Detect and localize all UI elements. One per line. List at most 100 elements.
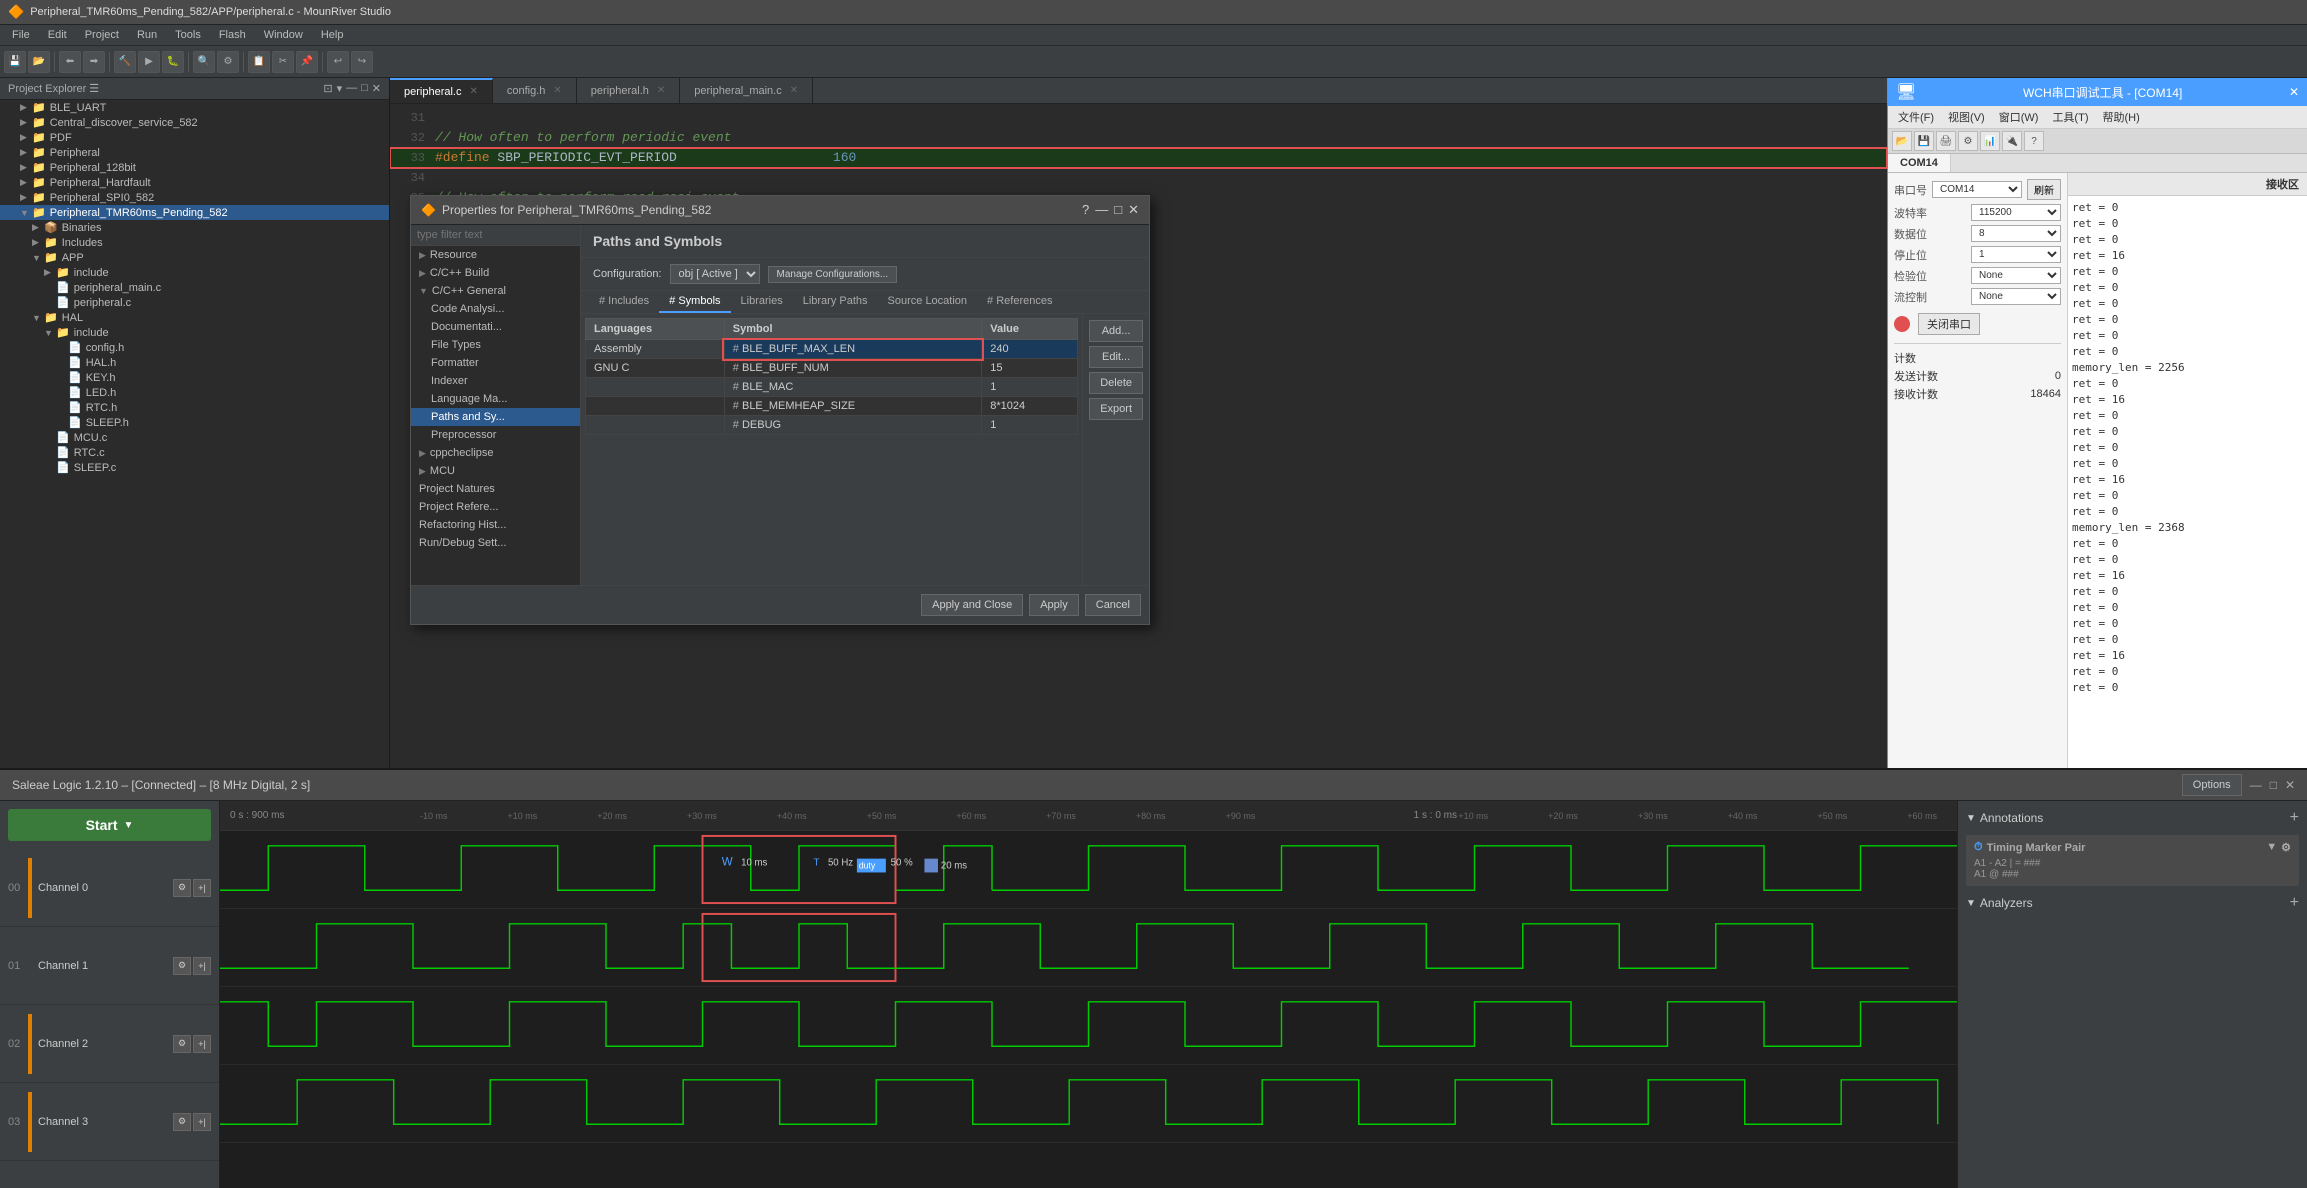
- toolbar-btn-13[interactable]: ↩: [327, 51, 349, 73]
- sidebar-btn-2[interactable]: ▾: [337, 82, 343, 95]
- sidebar-item-pdf[interactable]: ▶ 📁 PDF: [0, 130, 389, 145]
- sidebar-item-peripheral-tmr[interactable]: ▼ 📁 Peripheral_TMR60ms_Pending_582: [0, 205, 389, 220]
- sidebar-item-binaries[interactable]: ▶ 📦 Binaries: [0, 220, 389, 235]
- manage-configurations-button[interactable]: Manage Configurations...: [768, 266, 898, 283]
- sidebar-item-led-h[interactable]: 📄 LED.h: [0, 385, 389, 400]
- props-menu-project-natures[interactable]: Project Natures: [411, 480, 580, 498]
- sidebar-item-peripheral-128[interactable]: ▶ 📁 Peripheral_128bit: [0, 160, 389, 175]
- timing-config-icon[interactable]: ⚙: [2281, 841, 2291, 854]
- menu-help[interactable]: Help: [313, 27, 352, 43]
- sidebar-item-sleep-c[interactable]: 📄 SLEEP.c: [0, 460, 389, 475]
- table-row[interactable]: # DEBUG 1: [586, 416, 1078, 435]
- toolbar-btn-2[interactable]: 📂: [28, 51, 50, 73]
- com-tab[interactable]: COM14: [1888, 154, 1951, 172]
- props-menu-indexer[interactable]: Indexer: [411, 372, 580, 390]
- toolbar-btn-5[interactable]: 🔨: [114, 51, 136, 73]
- toolbar-btn-3[interactable]: ⬅: [59, 51, 81, 73]
- channel-settings-icon[interactable]: ⚙: [173, 879, 191, 897]
- props-tab-library-paths[interactable]: Library Paths: [793, 291, 878, 313]
- props-tab-includes[interactable]: # Includes: [589, 291, 659, 313]
- sidebar-item-hal[interactable]: ▼ 📁 HAL: [0, 310, 389, 325]
- menu-flash[interactable]: Flash: [211, 27, 254, 43]
- table-row[interactable]: Assembly # BLE_BUFF_MAX_LEN 240: [586, 340, 1078, 359]
- channel-settings-icon[interactable]: ⚙: [173, 1035, 191, 1053]
- refresh-button[interactable]: 刷新: [2027, 179, 2061, 200]
- props-menu-file-types[interactable]: File Types: [411, 336, 580, 354]
- wch-menu-window[interactable]: 窗口(W): [1993, 108, 2045, 126]
- com-port-select[interactable]: COM14: [1932, 181, 2022, 198]
- props-menu-documentation[interactable]: Documentati...: [411, 318, 580, 336]
- toolbar-btn-9[interactable]: ⚙: [217, 51, 239, 73]
- filter-input[interactable]: [411, 225, 580, 246]
- saleae-close-icon[interactable]: ✕: [2285, 778, 2295, 792]
- cancel-button[interactable]: Cancel: [1085, 594, 1141, 616]
- menu-file[interactable]: File: [4, 27, 38, 43]
- props-tab-libraries[interactable]: Libraries: [731, 291, 793, 313]
- table-row[interactable]: GNU C # BLE_BUFF_NUM 15: [586, 359, 1078, 378]
- toolbar-btn-7[interactable]: 🐛: [162, 51, 184, 73]
- editor-tab-peripheral-h[interactable]: peripheral.h ✕: [577, 78, 680, 103]
- sidebar-item-rtc-c[interactable]: 📄 RTC.c: [0, 445, 389, 460]
- menu-tools[interactable]: Tools: [167, 27, 209, 43]
- props-menu-resource[interactable]: ▶ Resource: [411, 246, 580, 264]
- sidebar-item-hal-include[interactable]: ▼ 📁 include: [0, 325, 389, 340]
- annotations-collapse-icon[interactable]: ▼: [1966, 813, 1976, 824]
- wch-menu-view[interactable]: 视图(V): [1942, 108, 1991, 126]
- wch-tb-btn-4[interactable]: ⚙: [1958, 131, 1978, 151]
- annotations-add-icon[interactable]: +: [2290, 809, 2299, 827]
- props-menu-project-ref[interactable]: Project Refere...: [411, 498, 580, 516]
- menu-run[interactable]: Run: [129, 27, 165, 43]
- add-button[interactable]: Add...: [1089, 320, 1143, 342]
- props-menu-code-analysis[interactable]: Code Analysi...: [411, 300, 580, 318]
- parity-select[interactable]: None: [1971, 267, 2061, 284]
- table-row[interactable]: # BLE_MAC 1: [586, 378, 1078, 397]
- wch-menu-help[interactable]: 帮助(H): [2096, 108, 2145, 126]
- toolbar-btn-12[interactable]: 📌: [296, 51, 318, 73]
- wch-menu-file[interactable]: 文件(F): [1892, 108, 1940, 126]
- props-menu-formatter[interactable]: Formatter: [411, 354, 580, 372]
- toolbar-btn-14[interactable]: ↪: [351, 51, 373, 73]
- channel-add-icon[interactable]: +|: [193, 957, 211, 975]
- wch-tb-btn-1[interactable]: 📂: [1892, 131, 1912, 151]
- menu-edit[interactable]: Edit: [40, 27, 75, 43]
- channel-add-icon[interactable]: +|: [193, 1035, 211, 1053]
- sidebar-item-sleep-h[interactable]: 📄 SLEEP.h: [0, 415, 389, 430]
- toolbar-btn-11[interactable]: ✂: [272, 51, 294, 73]
- toolbar-btn-10[interactable]: 📋: [248, 51, 270, 73]
- dialog-maximize-icon[interactable]: □: [1114, 202, 1122, 218]
- close-tab-icon[interactable]: ✕: [469, 86, 477, 97]
- table-row[interactable]: # BLE_MEMHEAP_SIZE 8*1024: [586, 397, 1078, 416]
- wch-tb-btn-help[interactable]: ?: [2024, 131, 2044, 151]
- sidebar-item-config-h[interactable]: 📄 config.h: [0, 340, 389, 355]
- editor-tab-peripheral-main[interactable]: peripheral_main.c ✕: [680, 78, 813, 103]
- toolbar-btn-8[interactable]: 🔍: [193, 51, 215, 73]
- props-tab-source-location[interactable]: Source Location: [878, 291, 978, 313]
- sidebar-btn-5[interactable]: ✕: [372, 82, 381, 95]
- props-menu-cppgeneral[interactable]: ▼ C/C++ General: [411, 282, 580, 300]
- flow-select[interactable]: None: [1971, 288, 2061, 305]
- dialog-minimize-icon[interactable]: —: [1095, 202, 1108, 218]
- toolbar-btn-6[interactable]: ▶: [138, 51, 160, 73]
- dialog-close-icon[interactable]: ✕: [1128, 202, 1139, 218]
- close-tab-icon[interactable]: ✕: [657, 85, 665, 96]
- analyzers-collapse-icon[interactable]: ▼: [1966, 898, 1976, 909]
- start-button[interactable]: Start ▼: [8, 809, 211, 841]
- props-menu-cppcheclipse[interactable]: ▶ cppcheclipse: [411, 444, 580, 462]
- props-menu-cppbuild[interactable]: ▶ C/C++ Build: [411, 264, 580, 282]
- props-menu-paths-symbols[interactable]: Paths and Sy...: [411, 408, 580, 426]
- sidebar-item-includes[interactable]: ▶ 📁 Includes: [0, 235, 389, 250]
- sidebar-item-peripheral-main[interactable]: 📄 peripheral_main.c: [0, 280, 389, 295]
- editor-tab-peripheral-c[interactable]: peripheral.c ✕: [390, 78, 493, 103]
- sidebar-item-key-h[interactable]: 📄 KEY.h: [0, 370, 389, 385]
- wch-menu-tools[interactable]: 工具(T): [2046, 108, 2094, 126]
- wch-tb-btn-2[interactable]: 💾: [1914, 131, 1934, 151]
- sidebar-item-ble-uart[interactable]: ▶ 📁 BLE_UART: [0, 100, 389, 115]
- props-menu-mcu[interactable]: ▶ MCU: [411, 462, 580, 480]
- channel-add-icon[interactable]: +|: [193, 1113, 211, 1131]
- sidebar-btn-1[interactable]: ⊡: [323, 82, 332, 95]
- data-bits-select[interactable]: 8: [1971, 225, 2061, 242]
- wch-close-icon[interactable]: ✕: [2289, 85, 2299, 99]
- saleae-minimize-icon[interactable]: —: [2250, 778, 2262, 792]
- menu-window[interactable]: Window: [256, 27, 311, 43]
- analyzers-add-icon[interactable]: +: [2290, 894, 2299, 912]
